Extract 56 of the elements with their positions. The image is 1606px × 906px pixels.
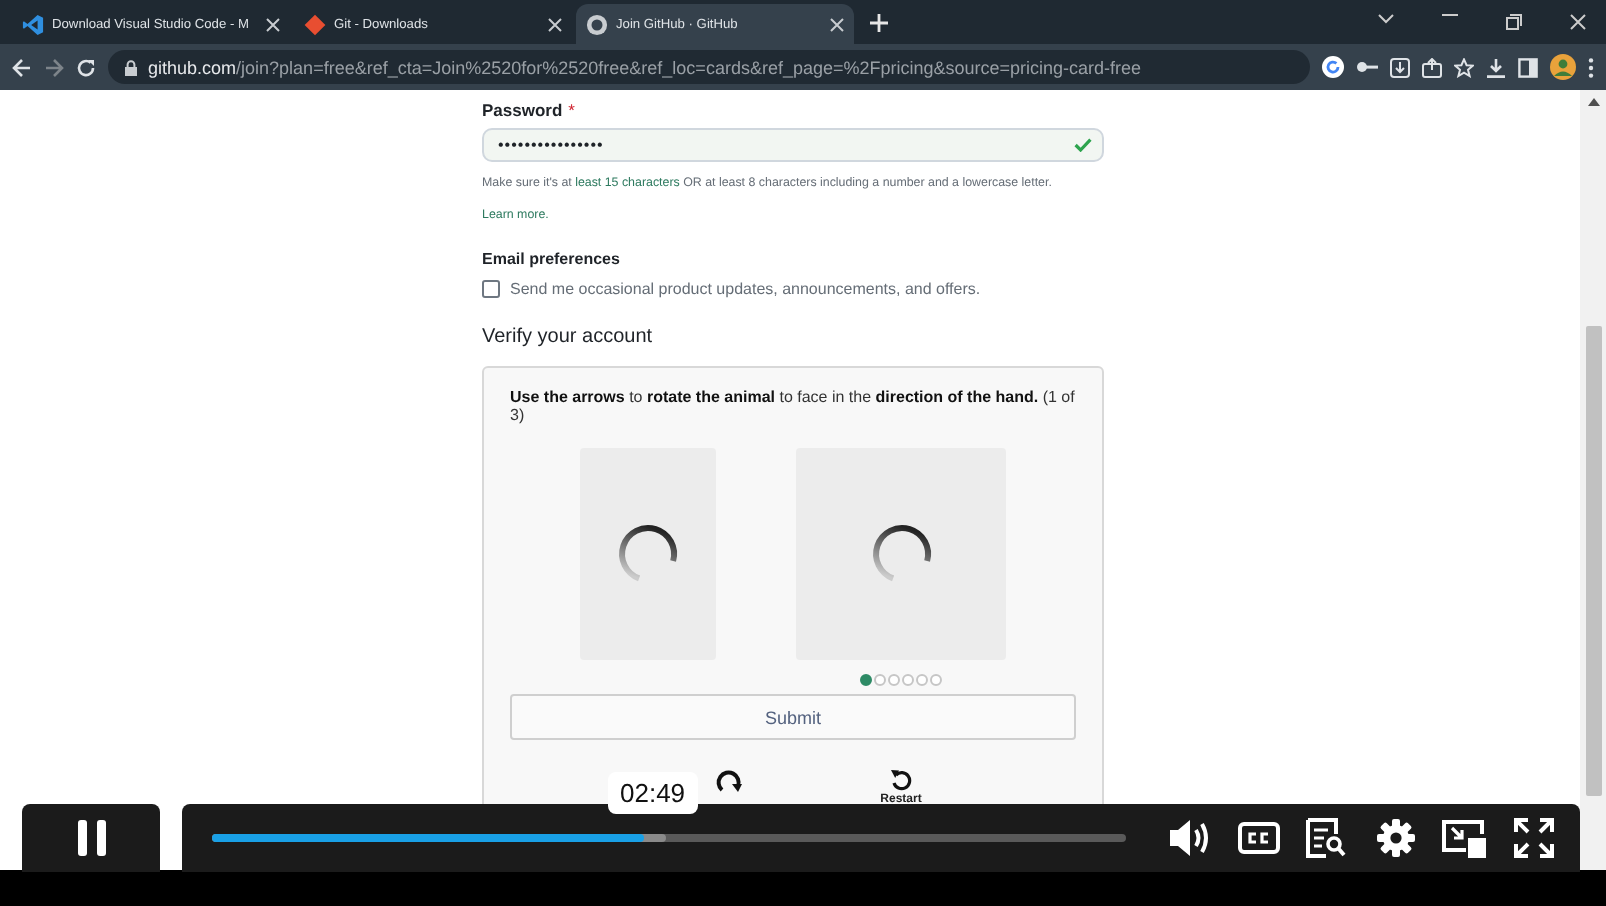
rotate-icon	[716, 768, 744, 796]
side-panel-icon[interactable]	[1518, 57, 1538, 77]
progress-slider[interactable]	[212, 834, 1127, 842]
reload-icon[interactable]	[76, 57, 96, 77]
close-icon[interactable]	[266, 17, 280, 31]
star-icon[interactable]	[1454, 57, 1474, 77]
verify-heading: Verify your account	[482, 326, 655, 348]
transcript-search-icon[interactable]	[1306, 818, 1347, 858]
g-logo-icon[interactable]	[1322, 56, 1344, 78]
captions-icon[interactable]	[1237, 822, 1280, 854]
page-dot[interactable]	[874, 674, 886, 686]
captcha-instruction: Use the arrows to rotate the animal to face in the direction of the hand. (1 of 3)	[510, 388, 1076, 424]
page-dot[interactable]	[860, 674, 872, 686]
chevron-down-icon[interactable]	[1378, 14, 1394, 24]
loading-spinner-icon	[869, 522, 933, 586]
rotate-button[interactable]	[716, 768, 744, 796]
checkbox-label[interactable]: Send me occasional product updates, announcements, and offers.	[510, 280, 981, 298]
pause-button[interactable]	[22, 804, 160, 872]
more-icon[interactable]	[1588, 57, 1594, 77]
avatar-icon[interactable]	[1550, 54, 1576, 80]
page-dot[interactable]	[916, 674, 928, 686]
close-icon[interactable]	[1570, 14, 1586, 30]
restart-icon	[890, 768, 912, 792]
password-field[interactable]: ••••••••••••••••	[482, 128, 1104, 162]
back-icon[interactable]	[12, 57, 32, 77]
fullscreen-icon[interactable]	[1513, 818, 1554, 858]
code-editor-icon	[22, 13, 44, 35]
password-label: Password	[482, 100, 563, 120]
install-icon[interactable]	[1390, 57, 1410, 77]
loading-spinner-icon	[616, 522, 680, 586]
close-icon[interactable]	[548, 17, 562, 31]
url-text: github.com/join?plan=free&ref_cta=Join%2520for%2520free&ref_loc=cards&ref_page=%2Fpricing&source=pricing-card-free	[148, 57, 1142, 77]
scroll-up-icon[interactable]	[1587, 98, 1599, 106]
pause-icon	[75, 820, 107, 856]
picture-in-picture-icon[interactable]	[1442, 819, 1487, 857]
address-bar[interactable]: github.com/join?plan=free&ref_cta=Join%2520for%2520free&ref_loc=cards&ref_page=%2Fpricing&source=pricing-card-free	[108, 50, 1310, 84]
restore-icon[interactable]	[1506, 14, 1522, 30]
page-dot[interactable]	[930, 674, 942, 686]
checkbox[interactable]	[482, 280, 500, 298]
key-icon[interactable]	[1356, 60, 1378, 74]
time-tooltip: 02:49	[608, 772, 698, 814]
new-tab-icon[interactable]	[870, 13, 888, 31]
page-dot[interactable]	[888, 674, 900, 686]
forward-icon[interactable]	[44, 57, 64, 77]
download-icon[interactable]	[1486, 57, 1506, 77]
diamond-icon	[304, 13, 326, 35]
close-icon[interactable]	[830, 17, 844, 31]
volume-icon[interactable]	[1167, 818, 1212, 858]
email-preferences-heading: Email preferences	[482, 250, 622, 268]
submit-button[interactable]: Submit	[510, 694, 1076, 740]
required-mark: *	[568, 100, 575, 120]
scrollbar[interactable]	[1580, 90, 1606, 870]
share-icon[interactable]	[1422, 57, 1442, 77]
settings-icon[interactable]	[1375, 818, 1416, 858]
lock-icon	[124, 59, 138, 75]
page-dot[interactable]	[902, 674, 914, 686]
